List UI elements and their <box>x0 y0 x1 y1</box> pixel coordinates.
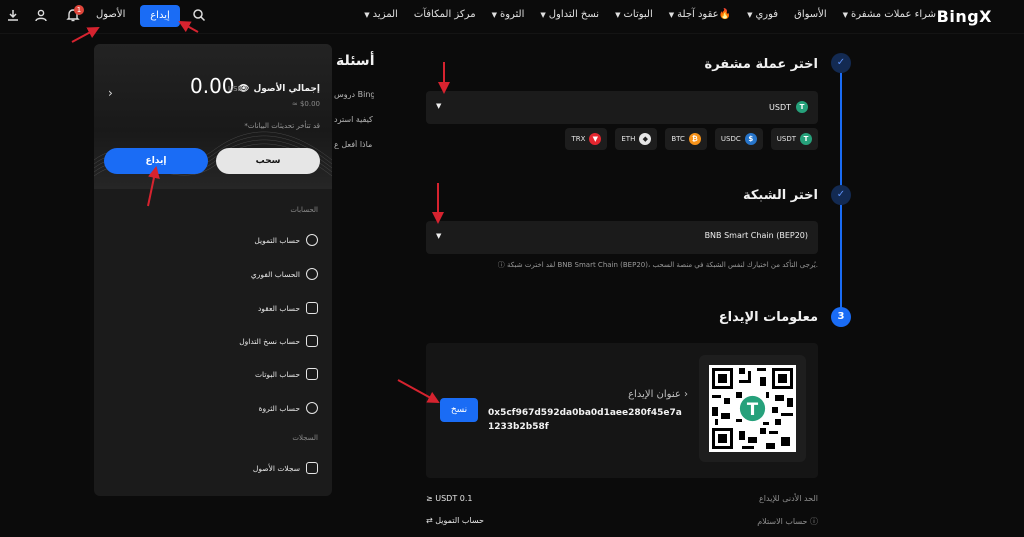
assets-menu-link[interactable]: الأصول <box>96 9 125 20</box>
nav-copy-trading[interactable]: ▼ نسخ التداول <box>540 9 599 20</box>
coin-chip-trx[interactable]: ▼ TRX <box>565 128 608 150</box>
crypto-select[interactable]: USDT T ▼ <box>426 91 818 124</box>
deposit-address-label[interactable]: عنوان الإيداع › <box>628 389 688 400</box>
svg-text:T: T <box>747 400 759 419</box>
crypto-select-value: USDT T <box>769 101 808 113</box>
nav-wealth[interactable]: ▼ الثروة <box>492 9 525 20</box>
nav-more[interactable]: ▼ المزيد <box>364 9 398 20</box>
coin-chip-btc[interactable]: ₿ BTC <box>665 128 707 150</box>
deposit-button[interactable]: إيداع <box>140 5 180 27</box>
records-section-title: السجلات <box>292 434 318 442</box>
contract-icon <box>306 302 318 314</box>
dropdown-arrow-icon: ▼ <box>436 232 442 240</box>
nav-futures[interactable]: ▼ عقود آجلة🔥 <box>669 9 731 20</box>
deposit-address-card: T عنوان الإيداع › 0x5cf967d592da0ba0d1ae… <box>426 343 818 478</box>
usdc-icon: $ <box>744 133 757 145</box>
main-nav: ▼ شراء عملات مشفرة الأسواق ▼ فوري ▼ عقود آج… <box>348 9 936 20</box>
min-deposit-row: الحد الأدنى للإيداع ≥ USDT 0.1 <box>426 494 818 508</box>
faq-item[interactable]: ماذا أفعل ع <box>334 140 374 149</box>
coin-chip-usdt[interactable]: T USDT <box>770 128 818 150</box>
step-3-number: 3 <box>831 307 851 327</box>
user-icon[interactable] <box>32 8 50 26</box>
dropdown-arrow-icon: ▼ <box>436 102 442 110</box>
step-1-title: اختر عملة مشفرة <box>704 57 818 72</box>
step-2-title: اختر الشبكة <box>742 188 818 203</box>
bingx-logo[interactable]: BingX <box>937 7 992 26</box>
notification-badge: 1 <box>74 5 84 15</box>
nav-rewards-center[interactable]: مركز المكافآت <box>414 9 476 20</box>
step-2-check-icon: ✓ <box>831 185 851 205</box>
menu-futures-account[interactable]: حساب العقود <box>258 302 318 314</box>
data-delay-note: *قد تتأخر تحديثات البيانات <box>244 122 320 130</box>
menu-asset-records[interactable]: سجلات الأصول <box>253 462 318 474</box>
eth-icon: ◆ <box>639 133 652 145</box>
assets-dropdown-panel: إجمالي الأصول 👁 0.00 USDT ≈ $0.00 *قد تت… <box>94 44 332 496</box>
chevron-right-icon[interactable]: › <box>108 86 113 100</box>
network-note: ⓘ لقد اخترت شبكة BNB Smart Chain (BEP20)… <box>497 261 818 269</box>
copy-trade-icon <box>306 335 318 347</box>
bot-icon <box>306 368 318 380</box>
wealth-icon <box>306 402 318 414</box>
spot-icon <box>306 268 318 280</box>
usdt-icon: T <box>796 101 808 113</box>
menu-bots-account[interactable]: حساب البوتات <box>255 368 318 380</box>
min-deposit-label: الحد الأدنى للإيداع <box>759 494 818 503</box>
total-assets-label: إجمالي الأصول 👁 <box>238 84 320 94</box>
step-3-title: معلومات الإيداع <box>718 310 818 325</box>
receive-account-value[interactable]: ⇄ حساب التمويل <box>426 516 484 525</box>
total-assets-fiat: ≈ $0.00 <box>291 100 320 108</box>
nav-markets[interactable]: الأسواق <box>794 9 827 20</box>
faq-item[interactable]: كيفية استرد <box>334 115 374 124</box>
records-icon <box>306 462 318 474</box>
total-assets-unit: USDT <box>228 85 248 93</box>
network-select-value: BNB Smart Chain (BEP20) <box>704 231 808 240</box>
receive-account-row: حساب الاستلام ⓘ ⇄ حساب التمويل <box>426 516 818 530</box>
bell-icon[interactable]: 1 <box>64 5 84 26</box>
withdraw-button[interactable]: سحب <box>216 148 320 174</box>
coin-chip-usdc[interactable]: $ USDC <box>714 128 763 150</box>
download-icon[interactable] <box>4 8 22 26</box>
top-right-actions: 1 الأصول إيداع <box>0 0 220 34</box>
usdt-icon: T <box>800 133 812 145</box>
balance-header: إجمالي الأصول 👁 0.00 USDT ≈ $0.00 *قد تت… <box>94 44 332 189</box>
trx-icon: ▼ <box>589 133 602 145</box>
quick-coin-chips: T USDT $ USDC ₿ BTC ◆ ETH ▼ TRX <box>565 128 818 150</box>
network-select[interactable]: BNB Smart Chain (BEP20) ▼ <box>426 221 818 254</box>
top-navigation-bar: BingX ▼ شراء عملات مشفرة الأسواق ▼ فوري ▼ ع… <box>0 0 1024 34</box>
nav-buy-crypto[interactable]: ▼ شراء عملات مشفرة <box>843 9 936 20</box>
qr-code-container: T <box>699 355 806 462</box>
nav-spot[interactable]: ▼ فوري <box>747 9 778 20</box>
faq-item[interactable]: دروس BingX <box>334 90 374 99</box>
btc-icon: ₿ <box>688 133 701 145</box>
receive-account-label: حساب الاستلام ⓘ <box>757 517 818 526</box>
menu-copy-trading-account[interactable]: حساب نسخ التداول <box>239 335 318 347</box>
qr-code: T <box>709 365 796 452</box>
search-icon[interactable] <box>190 8 208 26</box>
accounts-section-title: الحسابات <box>290 206 318 214</box>
coin-chip-eth[interactable]: ◆ ETH <box>615 128 658 150</box>
min-deposit-value: ≥ USDT 0.1 <box>426 494 473 503</box>
deposit-address-value: 0x5cf967d592da0ba0d1aee280f45e7a1233b2b5… <box>488 408 682 432</box>
menu-funding-account[interactable]: حساب التمويل <box>254 234 318 246</box>
nav-bots[interactable]: ▼ البوتات <box>615 9 653 20</box>
menu-spot-account[interactable]: الحساب الفوري <box>251 268 318 280</box>
menu-wealth-account[interactable]: حساب الثروة <box>259 402 318 414</box>
pie-chart-icon <box>306 234 318 246</box>
copy-address-button[interactable]: نسخ <box>440 398 478 422</box>
step-1-check-icon: ✓ <box>831 53 851 73</box>
faq-title: أسئلة <box>336 53 375 69</box>
panel-deposit-button[interactable]: إيداع <box>104 148 208 174</box>
